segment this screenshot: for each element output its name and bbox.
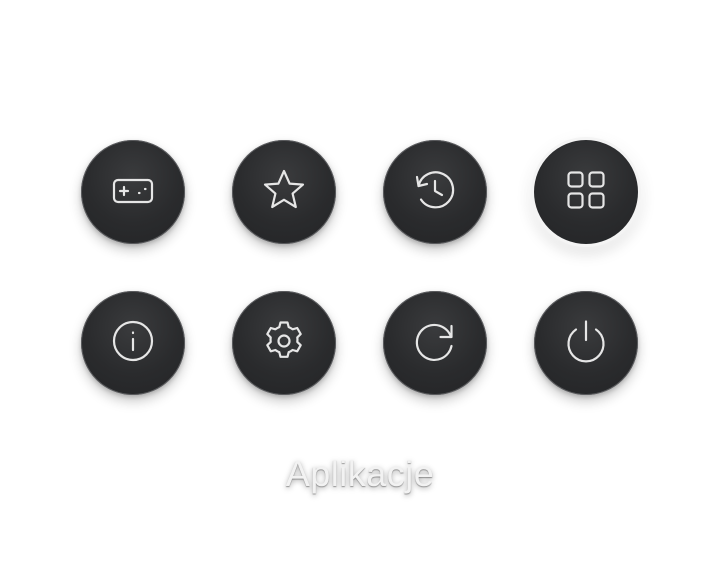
selected-item-label: Aplikacje <box>285 453 435 494</box>
apps-button[interactable] <box>534 140 638 244</box>
info-icon <box>107 315 159 372</box>
history-icon <box>409 164 461 221</box>
apps-grid-icon <box>560 164 612 221</box>
info-button[interactable] <box>81 291 185 395</box>
power-button[interactable] <box>534 291 638 395</box>
history-button[interactable] <box>383 140 487 244</box>
settings-button[interactable] <box>232 291 336 395</box>
restart-button[interactable] <box>383 291 487 395</box>
power-icon <box>560 315 612 372</box>
games-button[interactable] <box>81 140 185 244</box>
restart-icon <box>409 315 461 372</box>
star-icon <box>258 164 310 221</box>
gear-icon <box>258 315 310 372</box>
favorites-button[interactable] <box>232 140 336 244</box>
menu-grid <box>81 140 639 396</box>
gamepad-icon <box>107 164 159 221</box>
